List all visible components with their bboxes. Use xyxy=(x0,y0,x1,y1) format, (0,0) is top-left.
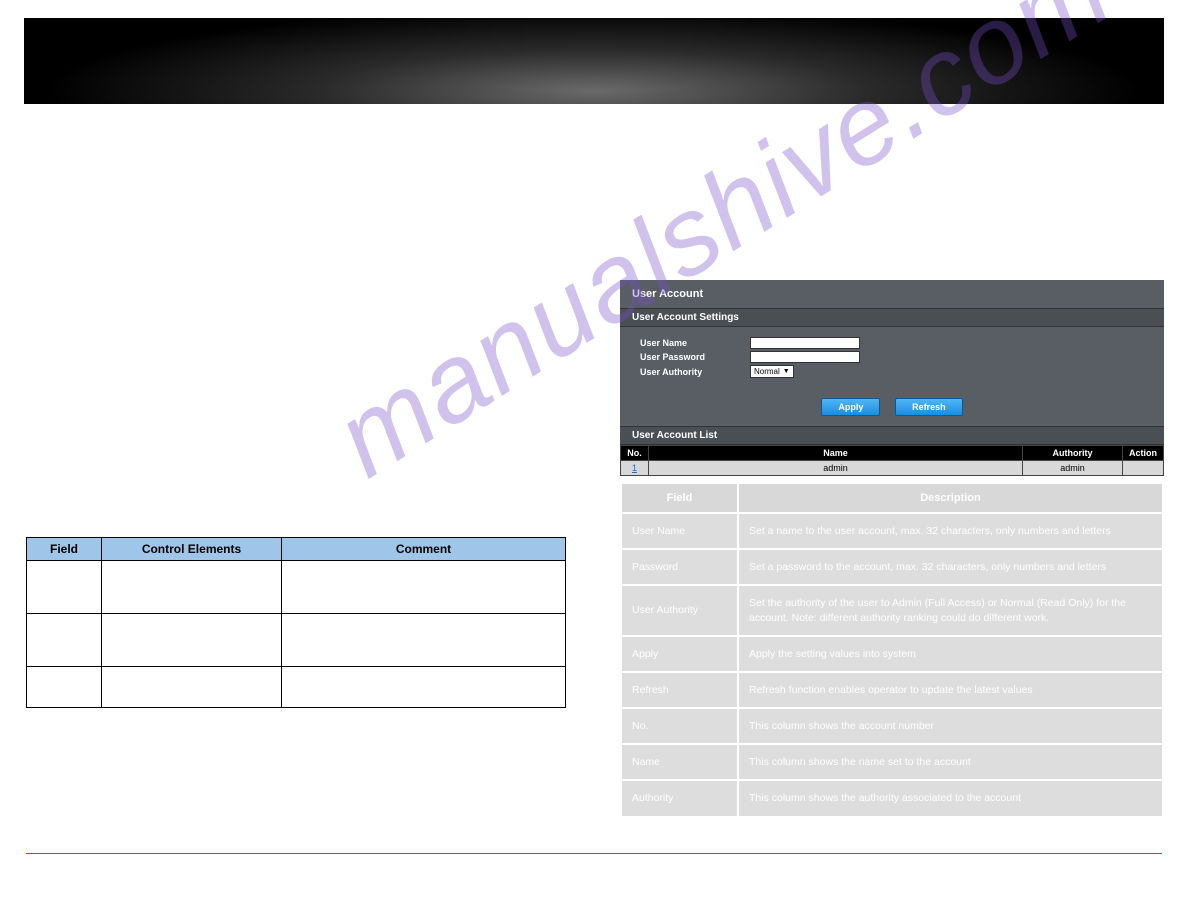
select-value: Normal xyxy=(754,367,780,376)
footer-doc-title: VX-GPU2610 User Manual_V1.0a xyxy=(0,866,1188,878)
footer-page-number: 35 xyxy=(1138,866,1150,878)
user-password-label: User Password xyxy=(640,352,750,362)
refresh-button[interactable]: Refresh xyxy=(895,398,963,416)
apply-button[interactable]: Apply xyxy=(821,398,880,416)
col-comment: Comment xyxy=(282,538,566,561)
left-column: 3.4.8 Rate Limit Rate limit allows you t… xyxy=(26,150,586,708)
row-no-link[interactable]: 1 xyxy=(621,461,649,475)
right-column: User Account User Account Settings User … xyxy=(620,150,1164,818)
user-password-field[interactable] xyxy=(750,351,860,363)
table-row: PasswordSet a password to the account, m… xyxy=(622,550,1162,584)
user-account-form: User Name User Password User Authority N… xyxy=(620,327,1164,392)
table-row: NameThis column shows the name set to th… xyxy=(622,745,1162,779)
desc-col-description: Description xyxy=(739,484,1162,512)
table-row: All Drop-down selection list, Value = Al… xyxy=(27,561,566,614)
table-row: No.This column shows the account number xyxy=(622,709,1162,743)
table-row: AuthorityThis column shows the authority… xyxy=(622,781,1162,815)
row-action xyxy=(1123,461,1163,475)
rate-limit-intro-1: Rate limit allows you to limit the bandw… xyxy=(26,177,586,208)
user-name-field[interactable] xyxy=(750,337,860,349)
user-list-header: No. Name Authority Action xyxy=(620,445,1164,461)
panel-title: User Account xyxy=(620,280,1164,308)
user-account-description-table: Field Description User NameSet a name to… xyxy=(620,482,1164,818)
table-row: User NameSet a name to the user account,… xyxy=(622,514,1162,548)
user-list-row: 1 admin admin xyxy=(620,461,1164,476)
user-authority-label: User Authority xyxy=(640,367,750,377)
row-authority: admin xyxy=(1023,461,1123,475)
rate-limit-intro-2: To set up transport rate for each port, … xyxy=(26,218,586,233)
col-no: No. xyxy=(621,446,649,460)
user-authority-select[interactable]: Normal ▼ xyxy=(750,365,794,378)
chevron-down-icon: ▼ xyxy=(783,368,790,375)
table-row: ApplyApply the setting values into syste… xyxy=(622,637,1162,671)
rate-limit-table: Field Control Elements Comment All Drop-… xyxy=(26,537,566,708)
table-header-row: Field Control Elements Comment xyxy=(27,538,566,561)
table-row: User AuthoritySet the authority of the u… xyxy=(622,586,1162,634)
col-authority: Authority xyxy=(1023,446,1123,460)
panel-section-settings: User Account Settings xyxy=(620,308,1164,327)
footer-divider xyxy=(26,853,1162,854)
desc-col-field: Field xyxy=(622,484,737,512)
table-row: Rate Rate setting field (Kbit/sec) Set a… xyxy=(27,667,566,708)
rate-limit-intro-3: Enter the rate at Kbit/sec in 'Rate(Kbit… xyxy=(26,243,586,289)
header-band xyxy=(24,18,1164,104)
col-name: Name xyxy=(649,446,1023,460)
panel-section-list: User Account List xyxy=(620,426,1164,445)
user-name-label: User Name xyxy=(640,338,750,348)
col-field: Field xyxy=(27,538,102,561)
col-control: Control Elements xyxy=(102,538,282,561)
table-row: RefreshRefresh function enables operator… xyxy=(622,673,1162,707)
user-account-panel: User Account User Account Settings User … xyxy=(620,280,1164,476)
row-name: admin xyxy=(649,461,1023,475)
table-row: Enable Checkbox Enable the rate limit fu… xyxy=(27,614,566,667)
section-heading-rate-limit: 3.4.8 Rate Limit xyxy=(26,150,586,171)
col-action: Action xyxy=(1123,446,1163,460)
